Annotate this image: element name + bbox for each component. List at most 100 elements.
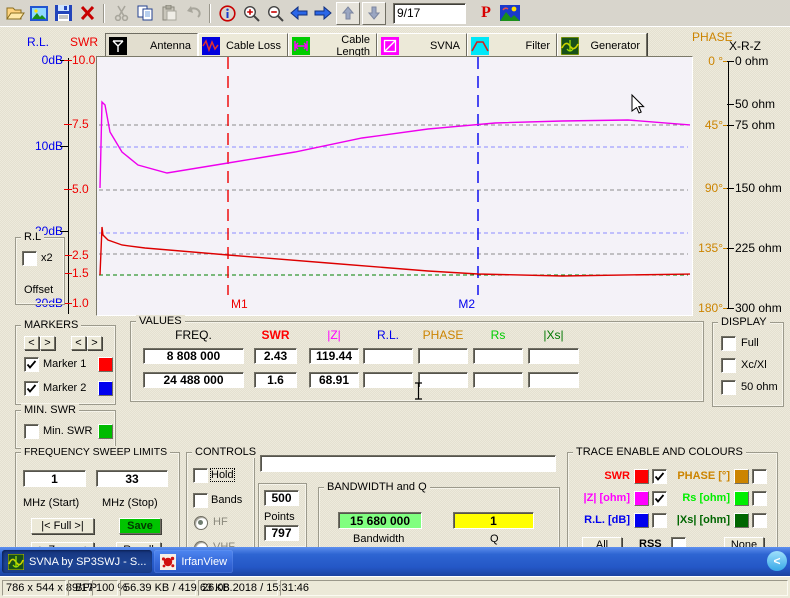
impedance-axis-tick-label: 0 ohm [735, 54, 787, 68]
value-field-row2-swr[interactable]: 1.6 [254, 372, 297, 388]
copy-icon[interactable] [133, 2, 157, 25]
zoom-in-icon[interactable] [239, 2, 263, 25]
points-top-input[interactable]: 500 [264, 490, 299, 506]
marker2-next-button[interactable]: > [87, 336, 102, 350]
delete-icon[interactable] [75, 2, 99, 25]
trace-color-chip-z-ohm[interactable] [634, 491, 649, 506]
bands-checkbox[interactable] [193, 493, 208, 508]
paste-icon[interactable] [157, 2, 181, 25]
trace-none-button[interactable]: None [724, 537, 764, 547]
value-field-row2-freq[interactable]: 24 488 000 [143, 372, 244, 388]
trace-color-chip-phase[interactable] [734, 469, 749, 484]
info-icon[interactable] [215, 2, 239, 25]
trace-all-button[interactable]: All [582, 537, 622, 547]
display-50-ohm-label: 50 ohm [741, 381, 778, 393]
marker1-prev-button[interactable]: < [24, 336, 39, 350]
previous-image-icon[interactable] [287, 2, 311, 25]
last-image-icon[interactable] [362, 2, 386, 25]
q-label: Q [490, 533, 499, 545]
axis-tick [727, 61, 734, 62]
impedance-axis-tick-label: 150 ohm [735, 181, 787, 195]
freq-stop-input[interactable]: 33 [96, 470, 168, 487]
trace-checkbox-swr[interactable] [652, 469, 667, 484]
taskbar-collapse-button[interactable]: < [767, 551, 787, 571]
hold-checkbox[interactable] [193, 468, 208, 483]
value-field-row2-rs[interactable] [473, 372, 523, 388]
axis-tick [727, 248, 734, 249]
rss-checkbox[interactable] [671, 537, 686, 547]
next-image-icon[interactable] [311, 2, 335, 25]
value-field-row1-phase[interactable] [418, 348, 468, 364]
save-icon[interactable] [51, 2, 75, 25]
bands-label: Bands [211, 494, 242, 506]
left-axis-line [68, 58, 69, 314]
value-field-row2-z[interactable]: 68.91 [309, 372, 359, 388]
values-header-xs: |Xs| [528, 328, 579, 342]
value-field-row2-xs[interactable] [528, 372, 579, 388]
axis-tick [64, 124, 72, 125]
value-field-row1-xs[interactable] [528, 348, 579, 364]
trace-checkbox-z-ohm[interactable] [652, 491, 667, 506]
cut-icon[interactable] [109, 2, 133, 25]
trace-enable-box: TRACE ENABLE AND COLOURS All RSS None SW… [567, 452, 778, 547]
value-field-row1-freq[interactable]: 8 808 000 [143, 348, 244, 364]
properties-button[interactable]: P [474, 2, 498, 25]
values-header-rs: Rs [473, 328, 523, 342]
image-file-icon[interactable] [27, 2, 51, 25]
points-label: Points [264, 511, 295, 523]
trace-label-phase: PHASE [°] [666, 470, 730, 482]
sweep-chart[interactable]: M1M2 [96, 56, 693, 316]
save-button[interactable]: Save [119, 518, 161, 534]
display-full-label: Full [741, 337, 759, 349]
axis-tick [64, 60, 72, 61]
phase-axis-tick-label: 45° [692, 118, 723, 132]
irfanview-statusbar: 786 x 544 x 8 BPP9/17100 %56.39 KB / 419… [0, 576, 790, 598]
display-50-ohm-checkbox[interactable] [721, 380, 736, 395]
first-image-icon[interactable] [336, 2, 360, 25]
trace-label-swr: SWR [570, 470, 630, 482]
display-full-checkbox[interactable] [721, 336, 736, 351]
command-input[interactable] [260, 455, 556, 472]
trace-color-chip-rs-ohm[interactable] [734, 491, 749, 506]
palette-icon[interactable] [498, 2, 522, 25]
value-field-row1-rs[interactable] [473, 348, 523, 364]
full-span-button[interactable]: |< Full >| [31, 518, 94, 534]
value-field-row1-z[interactable]: 119.44 [309, 348, 359, 364]
taskbar-item-irfanview[interactable]: IrfanView [154, 550, 233, 573]
undo-icon[interactable] [181, 2, 205, 25]
zoom-out-icon[interactable] [263, 2, 287, 25]
trace-color-chip-xs-ohm[interactable] [734, 513, 749, 528]
values-box-title: VALUES [136, 315, 185, 327]
marker2-checkbox[interactable] [24, 381, 39, 396]
status-segment-2: 9/17 [68, 580, 90, 596]
swr-axis-tick-label: 10.0 [72, 53, 98, 67]
hf-radio-label[interactable]: HF [213, 516, 228, 528]
value-field-row1-swr[interactable]: 2.43 [254, 348, 297, 364]
trace-box-title: TRACE ENABLE AND COLOURS [573, 446, 746, 458]
impedance-axis-tick-label: 225 ohm [735, 241, 787, 255]
swr-axis-tick-label: 5.0 [72, 182, 98, 196]
trace-checkbox-r-l-db[interactable] [652, 513, 667, 528]
trace-checkbox-phase[interactable] [752, 469, 767, 484]
markers-box: MARKERS <><>Marker 1Marker 2 [15, 325, 116, 405]
trace-checkbox-xs-ohm[interactable] [752, 513, 767, 528]
min-swr-checkbox[interactable] [24, 424, 39, 439]
open-folder-icon[interactable] [3, 2, 27, 25]
status-segment-5: 26.08.2018 / 15:31:46 [198, 580, 278, 596]
rl-x2-checkbox[interactable] [22, 251, 37, 266]
filter-icon [471, 37, 489, 55]
value-field-row2-phase[interactable] [418, 372, 468, 388]
trace-color-chip-swr[interactable] [634, 469, 649, 484]
value-field-row2-r-l[interactable] [363, 372, 413, 388]
value-field-row1-r-l[interactable] [363, 348, 413, 364]
marker2-prev-button[interactable]: < [71, 336, 86, 350]
display-xc-xl-checkbox[interactable] [721, 358, 736, 373]
marker1-next-button[interactable]: > [40, 336, 55, 350]
points-bottom-input[interactable]: 797 [264, 525, 299, 541]
freq-start-input[interactable]: 1 [23, 470, 86, 487]
marker1-checkbox[interactable] [24, 357, 39, 372]
taskbar-item-svna[interactable]: SVNA by SP3SWJ - S... [2, 550, 152, 573]
trace-checkbox-rs-ohm[interactable] [752, 491, 767, 506]
page-indicator-input[interactable] [393, 3, 466, 24]
trace-color-chip-r-l-db[interactable] [634, 513, 649, 528]
